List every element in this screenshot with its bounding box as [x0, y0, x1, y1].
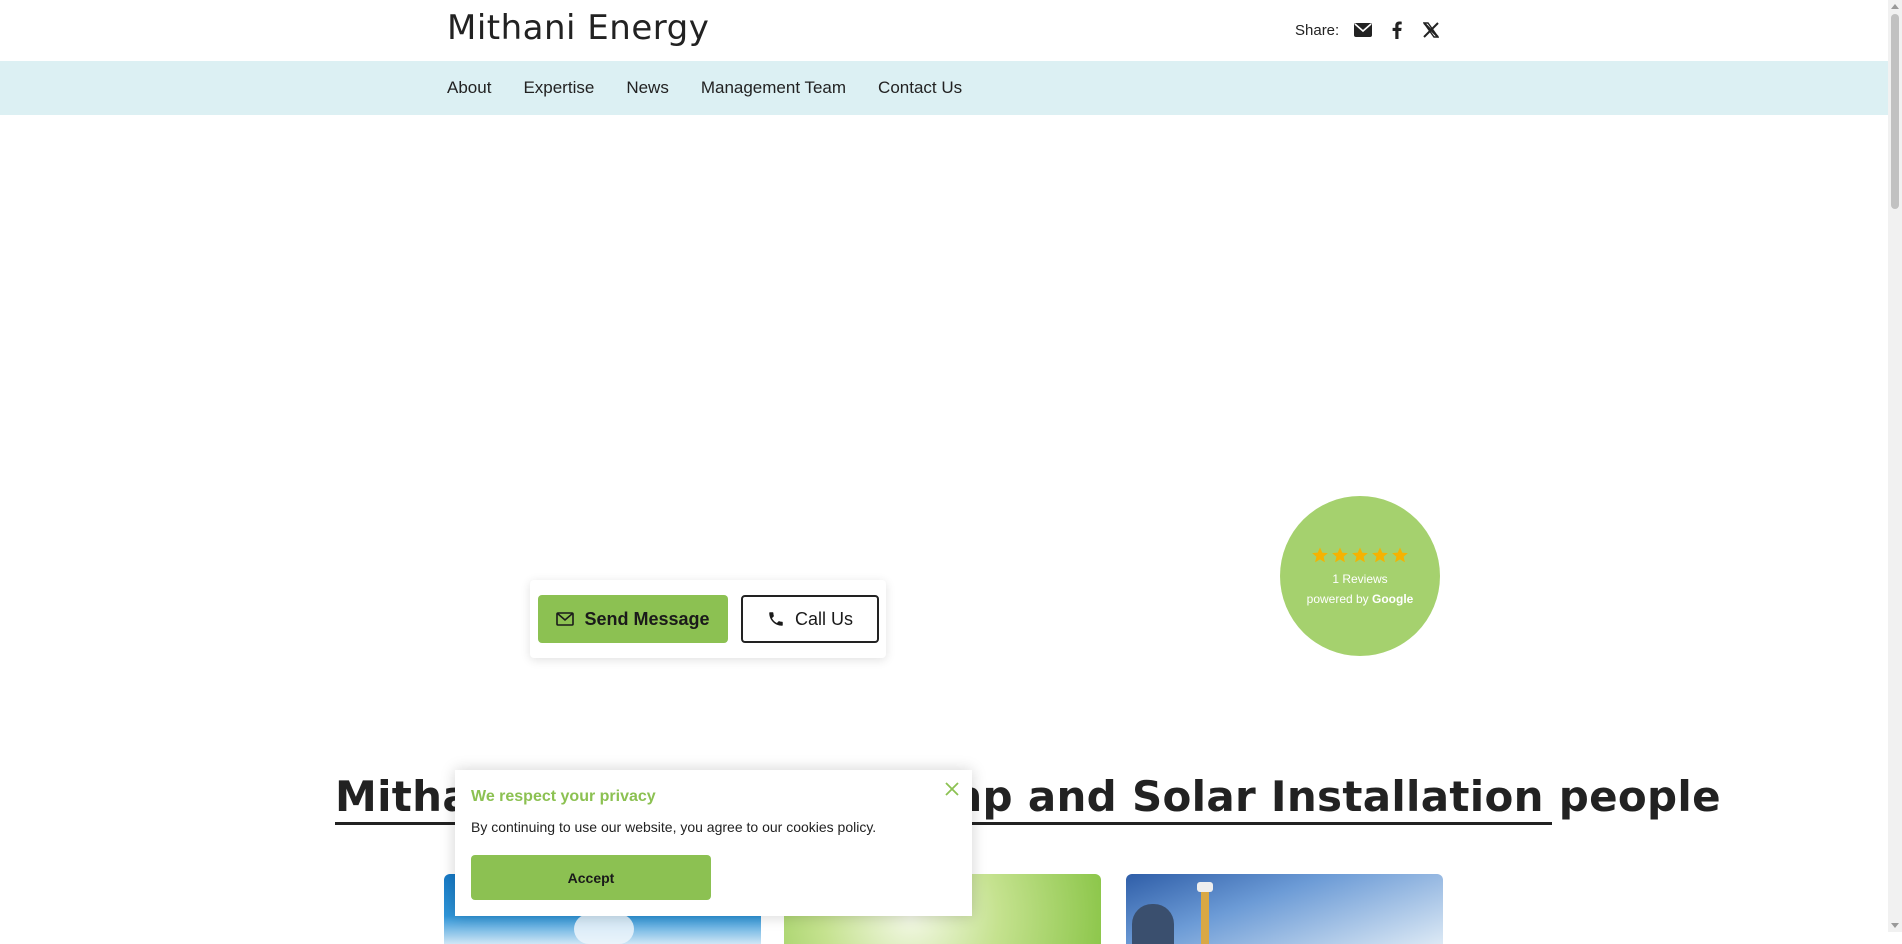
cookie-title: We respect your privacy — [471, 788, 656, 805]
site-header: Mithani Energy Share: — [0, 0, 1888, 60]
scroll-up-arrow-icon[interactable] — [1891, 4, 1899, 9]
pole — [1201, 888, 1209, 944]
send-message-label: Send Message — [584, 608, 710, 629]
cookie-text: By continuing to use our website, you ag… — [471, 819, 877, 835]
star-icon — [1392, 547, 1408, 563]
scrollbar-thumb[interactable] — [1891, 14, 1899, 209]
nav-contact-us[interactable]: Contact Us — [878, 78, 962, 98]
google-reviews-badge[interactable]: 1 Reviews powered by Google — [1280, 496, 1440, 656]
scroll-down-arrow-icon[interactable] — [1891, 923, 1899, 928]
nav-expertise[interactable]: Expertise — [523, 78, 594, 98]
pole-top — [1197, 882, 1213, 892]
powered-by: powered by Google — [1307, 592, 1414, 606]
nav-news[interactable]: News — [626, 78, 669, 98]
review-count: 1 Reviews — [1332, 572, 1388, 586]
star-rating — [1311, 546, 1409, 564]
service-card-image-3[interactable] — [1126, 874, 1443, 944]
call-us-button[interactable]: Call Us — [741, 595, 879, 643]
star-icon — [1352, 547, 1368, 563]
accept-cookies-button[interactable]: Accept — [471, 855, 711, 900]
contact-actions: Send Message Call Us — [530, 580, 886, 658]
star-icon — [1332, 547, 1348, 563]
page-scrollbar[interactable] — [1888, 0, 1902, 932]
site-title[interactable]: Mithani Energy — [447, 8, 709, 48]
star-icon — [1372, 547, 1388, 563]
share-label: Share: — [1295, 21, 1340, 39]
google-label: Google — [1372, 592, 1414, 606]
phone-icon — [769, 612, 783, 626]
email-icon[interactable] — [1353, 20, 1373, 40]
call-us-label: Call Us — [794, 608, 853, 629]
main-navigation: About Expertise News Management Team Con… — [0, 61, 1888, 115]
share-bar: Share: — [1295, 20, 1441, 40]
envelope-icon — [556, 612, 575, 626]
x-twitter-icon[interactable] — [1421, 20, 1441, 40]
nav-about[interactable]: About — [447, 78, 491, 98]
sky-cloud — [574, 914, 634, 944]
powered-by-label: powered by — [1306, 592, 1373, 606]
star-icon — [1312, 547, 1328, 563]
facebook-icon[interactable] — [1387, 20, 1407, 40]
close-icon[interactable] — [943, 780, 961, 798]
nav-management-team[interactable]: Management Team — [701, 78, 846, 98]
worker — [1132, 904, 1174, 944]
send-message-button[interactable]: Send Message — [538, 595, 728, 643]
cookie-consent-dialog: We respect your privacy By continuing to… — [455, 770, 972, 916]
